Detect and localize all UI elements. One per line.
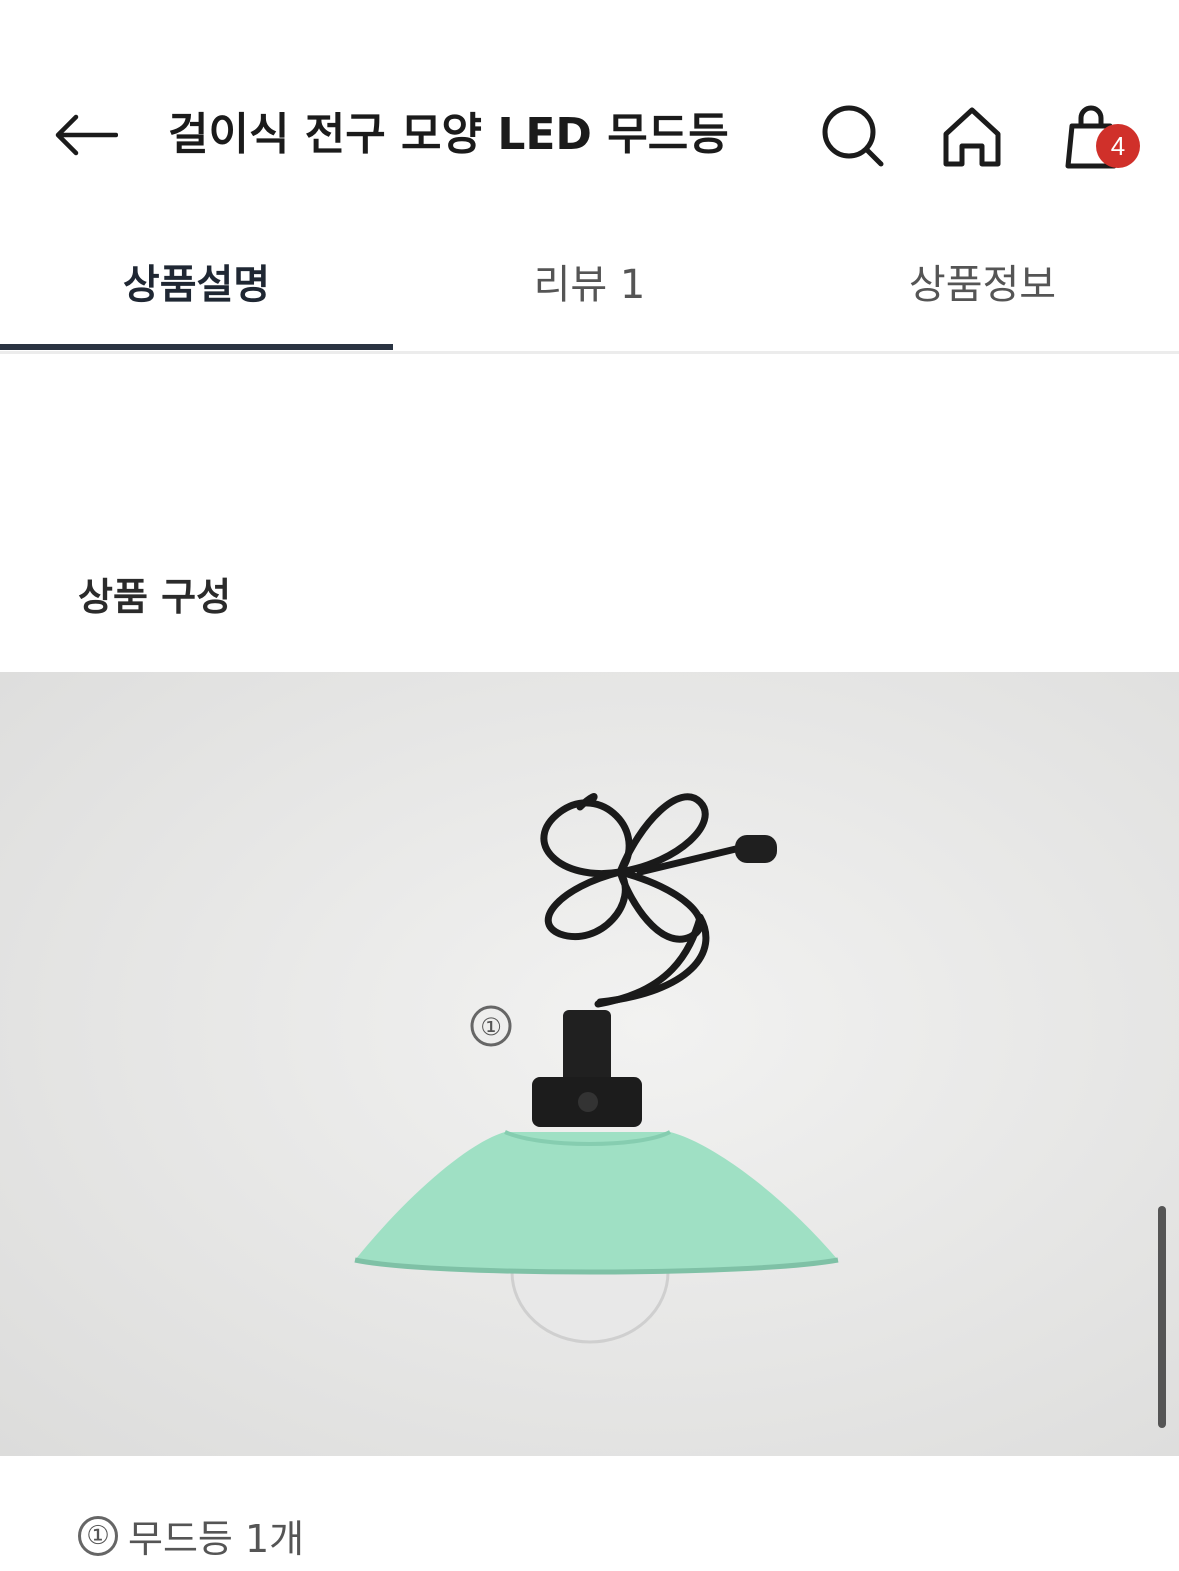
scrollbar[interactable]: [1158, 1206, 1166, 1428]
page-title: 걸이식 전구 모양 LED 무드등: [168, 109, 729, 160]
active-tab-indicator: [0, 344, 393, 350]
lamp-shade: [355, 1132, 838, 1272]
lamp-socket: [563, 1010, 611, 1085]
search-icon: [822, 105, 884, 167]
component-marker: ①: [78, 1515, 118, 1556]
component-list-item: ① 무드등 1개: [78, 1508, 304, 1563]
tab-product-description[interactable]: 상품설명: [0, 230, 393, 351]
image-marker: ①: [480, 1013, 502, 1041]
back-arrow-icon: [55, 114, 118, 156]
cart-count-badge: 4: [1096, 124, 1140, 168]
tab-product-info[interactable]: 상품정보: [786, 230, 1179, 351]
tab-bar: 상품설명 리뷰 1 상품정보: [0, 230, 1179, 354]
back-button[interactable]: [40, 100, 130, 170]
home-icon: [943, 107, 1001, 167]
cord-clip: [735, 835, 777, 863]
tab-reviews[interactable]: 리뷰 1: [393, 230, 786, 351]
product-image: ①: [0, 672, 1179, 1456]
lamp-illustration: ①: [354, 793, 839, 1344]
top-app-bar: 걸이식 전구 모양 LED 무드등 4: [0, 60, 1179, 210]
search-button[interactable]: [812, 98, 892, 178]
section-title: 상품 구성: [78, 575, 232, 619]
component-label: 무드등 1개: [128, 1517, 305, 1561]
home-button[interactable]: [932, 98, 1012, 178]
cart-button[interactable]: 4: [1052, 98, 1140, 178]
